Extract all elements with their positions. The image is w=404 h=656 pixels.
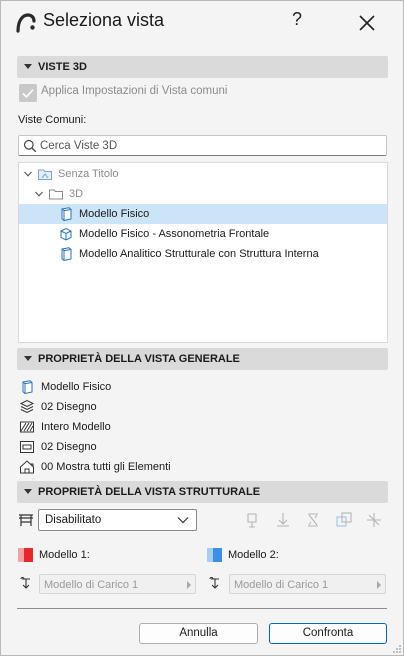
tree-item-view[interactable]: Modello Analitico Strutturale con Strutt… (19, 244, 387, 264)
dialog-title: Seleziona vista (43, 10, 165, 30)
tree-row-folder-3d[interactable]: 3D (19, 184, 387, 204)
project-root-icon (38, 169, 52, 180)
general-property-layer-combination: 02 Disegno (19, 398, 379, 416)
model-1-label: Modello 1: (39, 549, 90, 561)
3d-view-icon (61, 207, 72, 222)
help-button[interactable]: ? (285, 9, 309, 35)
chevron-down-icon[interactable] (23, 169, 33, 179)
chevron-down-icon (177, 517, 189, 524)
model-1-load-value: Modello di Carico 1 (44, 579, 139, 591)
structural-display-icon (19, 514, 33, 526)
tree-item-view[interactable]: Modello Fisico - Assonometria Frontale (19, 224, 387, 244)
tree-item-view[interactable]: Modello Fisico (19, 204, 387, 224)
search-field[interactable] (18, 135, 387, 156)
general-property-model-view: Modello Fisico (19, 378, 379, 396)
general-property-value: 02 Disegno (41, 401, 97, 413)
section-header-structural-view-properties[interactable]: PROPRIETÀ DELLA VISTA STRUTTURALE (17, 481, 388, 503)
section-title: PROPRIETÀ DELLA VISTA GENERALE (38, 353, 240, 365)
tree-item-label: Modello Fisico (79, 208, 150, 220)
model-2-load-select[interactable]: Modello di Carico 1 (229, 574, 386, 594)
section-header-general-view-properties[interactable]: PROPRIETÀ DELLA VISTA GENERALE (17, 348, 388, 370)
model-view-icon (22, 380, 33, 395)
close-icon[interactable] (355, 11, 379, 35)
compare-button[interactable]: Confronta (269, 623, 387, 644)
tree-row-project-root[interactable]: Senza Titolo (19, 164, 387, 184)
footer-divider (17, 608, 387, 609)
apply-common-settings-checkbox[interactable] (19, 84, 37, 102)
general-property-value: 00 Mostra tutti gli Elementi (41, 461, 171, 473)
archicad-logo-icon (16, 13, 36, 33)
tree-root-label: Senza Titolo (58, 168, 119, 180)
cancel-button[interactable]: Annulla (139, 623, 258, 644)
section-title: PROPRIETÀ DELLA VISTA STRUTTURALE (38, 486, 261, 498)
apply-common-settings-label: Applica Impostazioni di Vista comuni (41, 85, 228, 97)
section-title: VISTE 3D (38, 61, 87, 73)
graphic-override-icon (20, 441, 34, 453)
checkmark-icon (22, 88, 34, 99)
resize-grip-icon[interactable] (391, 643, 402, 654)
tree-item-label: Modello Analitico Strutturale con Strutt… (79, 248, 319, 260)
chevron-down-icon[interactable] (34, 189, 44, 199)
collapse-triangle-icon (24, 356, 32, 361)
chevron-right-icon (377, 581, 381, 589)
general-property-partial-structure: Intero Modello (19, 418, 379, 436)
analytical-model-tool-icon[interactable] (335, 511, 353, 529)
model-2-load-value: Modello di Carico 1 (234, 579, 329, 591)
support-tool-icon[interactable] (243, 511, 261, 529)
model-1-color-swatch (18, 548, 33, 562)
collapse-triangle-icon (24, 489, 32, 494)
node-tool-icon[interactable] (365, 511, 383, 529)
renovation-filter-icon (20, 460, 34, 474)
select-view-dialog: Seleziona vista ? VISTE 3D Applica Impos… (0, 0, 404, 656)
general-property-renovation-filter: 00 Mostra tutti gli Elementi (19, 458, 379, 476)
search-input[interactable] (40, 137, 380, 154)
layer-combination-icon (19, 399, 35, 414)
load-arrow-tool-icon[interactable] (274, 511, 292, 529)
model-2-label: Modello 2: (228, 549, 279, 561)
tree-item-label: Modello Fisico - Assonometria Frontale (79, 228, 270, 240)
collapse-triangle-icon (24, 64, 32, 69)
partial-structure-icon (20, 421, 34, 433)
general-property-value: 02 Disegno (41, 441, 97, 453)
search-icon (23, 139, 37, 153)
tree-folder-label: 3D (69, 188, 84, 200)
general-property-value: Modello Fisico (41, 381, 112, 393)
axonometry-view-icon (60, 227, 72, 241)
load-case-icon (20, 577, 30, 589)
model-2-color-swatch (207, 548, 222, 562)
structural-mode-dropdown[interactable]: Disabilitato (38, 509, 197, 531)
3d-view-icon (61, 247, 72, 262)
chevron-right-icon (187, 581, 191, 589)
views-tree[interactable]: Senza Titolo 3D Modello Fisico Modello F… (18, 162, 388, 343)
model-1-load-select[interactable]: Modello di Carico 1 (39, 574, 196, 594)
general-property-graphic-override: 02 Disegno (19, 438, 379, 456)
folder-icon (49, 189, 63, 200)
common-views-label: Viste Comuni: (18, 114, 87, 126)
title-bar: Seleziona vista ? (1, 1, 403, 45)
structural-mode-value: Disabilitato (45, 514, 102, 526)
load-case-icon (209, 577, 219, 589)
general-property-value: Intero Modello (41, 421, 111, 433)
member-tool-icon[interactable] (304, 511, 322, 529)
section-header-3d-views[interactable]: VISTE 3D (17, 56, 388, 78)
